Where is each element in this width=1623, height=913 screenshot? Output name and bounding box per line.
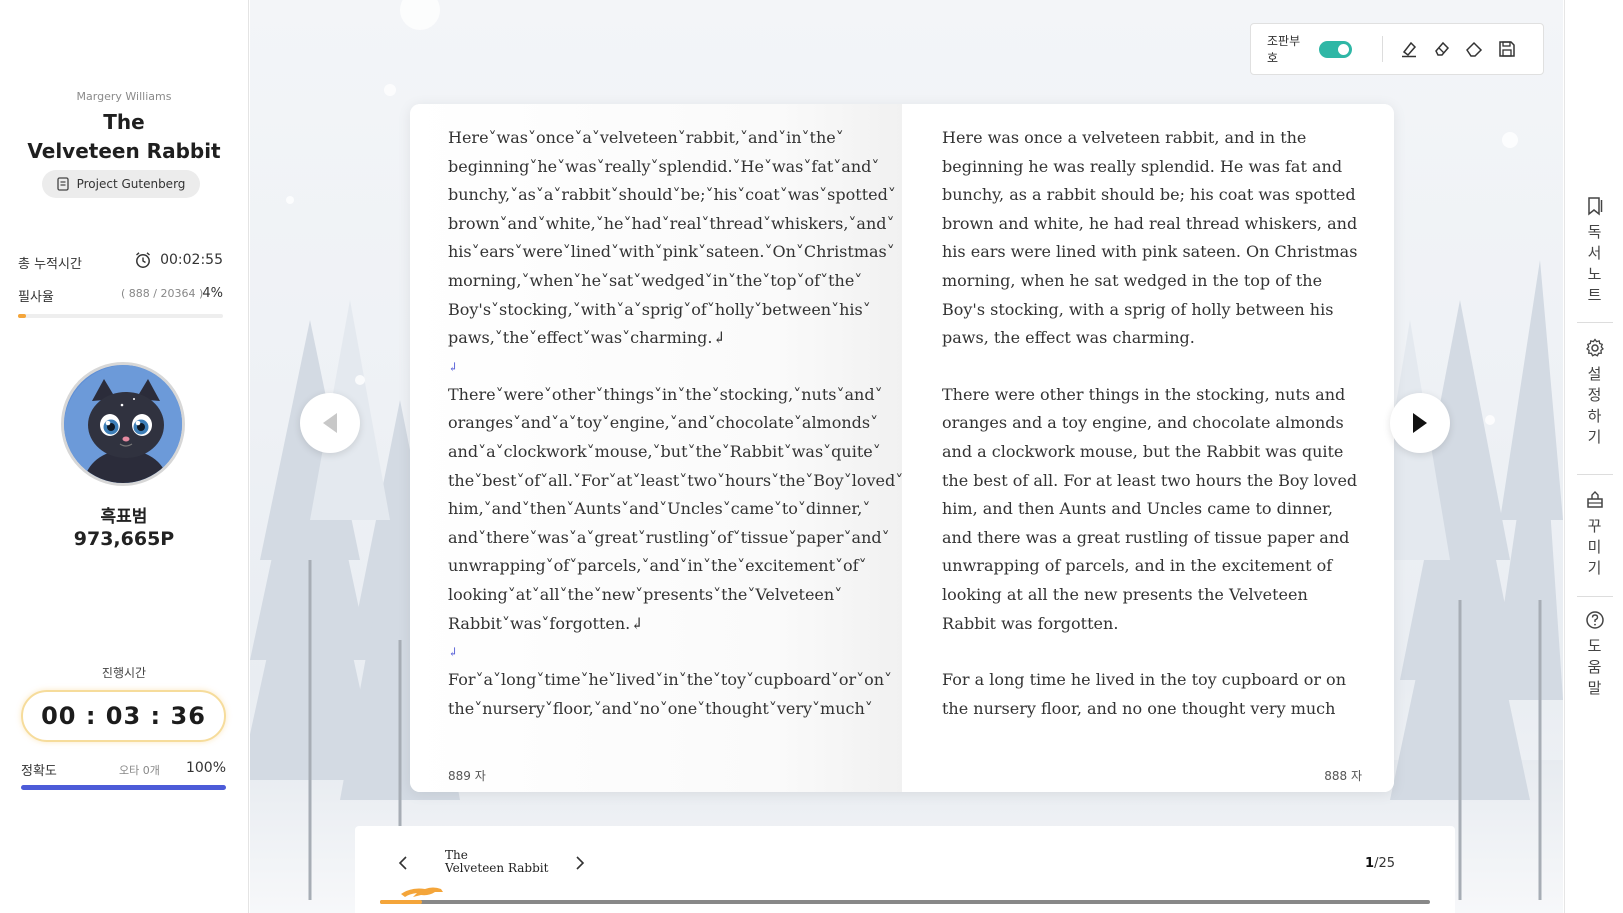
bookmark-icon xyxy=(1587,197,1602,216)
eraser-icon[interactable] xyxy=(1429,36,1454,62)
proofmark-toggle[interactable] xyxy=(1318,40,1352,58)
help-icon xyxy=(1585,611,1604,629)
book-title-line2: Velveteen Rabbit xyxy=(27,139,221,163)
book-title: The Velveteen Rabbit xyxy=(0,108,248,166)
alarm-clock-icon xyxy=(136,252,151,268)
total-time-value: 00:02:55 xyxy=(160,252,223,268)
next-page-button[interactable] xyxy=(1390,393,1450,453)
source-badge[interactable]: Project Gutenberg xyxy=(42,170,200,198)
source-paragraph: Here was once a velveteen rabbit, and in… xyxy=(942,128,1358,348)
rail-divider xyxy=(1577,596,1613,597)
accuracy-value: 100% xyxy=(185,760,226,776)
proofmark-label: 조판부호 xyxy=(1267,34,1301,65)
typed-paragraph: There˅were˅other˅things˅in˅the˅stocking,… xyxy=(448,384,904,633)
gear-icon xyxy=(1585,338,1604,357)
copy-rate-label: 필사율 xyxy=(18,290,54,305)
typed-char-count: 889 자 xyxy=(448,769,486,783)
triangle-right-icon xyxy=(1413,413,1427,433)
source-paragraph: For a long time he lived in the toy cupb… xyxy=(942,670,1346,718)
reading-area: 조판부호 Here˅was˅once˅a˅velveteen˅rabbit,˅a… xyxy=(250,0,1563,913)
black-panther-avatar-icon xyxy=(64,365,182,483)
copy-rate-row: 필사율 ( 888 / 20364 ) 4% xyxy=(18,286,223,305)
next-chapter-button[interactable] xyxy=(570,853,590,873)
source-paragraph: There were other things in the stocking,… xyxy=(942,384,1358,633)
total-time-label: 총 누적시간 xyxy=(18,257,82,272)
right-rail: 독서노트 설정하기 꾸미기 도움말 xyxy=(1564,0,1623,913)
user-nickname: 흑표범 xyxy=(100,507,148,527)
book-title-line1: The xyxy=(103,110,145,134)
document-icon xyxy=(56,177,69,191)
copy-rate-bar xyxy=(18,314,223,318)
chevron-right-icon xyxy=(576,856,585,870)
book-progress-track[interactable] xyxy=(380,900,1430,904)
chevron-left-icon xyxy=(398,856,407,870)
page-indicator: 1/25 xyxy=(1365,856,1395,871)
book-author: Margery Williams xyxy=(76,90,172,103)
copy-ratio: ( 888 / 20364 ) xyxy=(121,287,204,300)
prev-page-button[interactable] xyxy=(300,393,360,453)
source-label: Project Gutenberg xyxy=(76,177,186,191)
accuracy-row: 정확도 오타 0개 100% xyxy=(21,760,226,779)
left-sidebar: Margery Williams The Velveteen Rabbit Pr… xyxy=(0,0,249,913)
source-page: Here was once a velveteen rabbit, and in… xyxy=(902,104,1394,792)
user-points: 973,665P xyxy=(73,528,175,550)
rail-item-decorate[interactable]: 꾸미기 xyxy=(1565,490,1623,579)
book-progress-fill xyxy=(380,900,422,904)
chapter-bar: The Velveteen Rabbit 1/25 xyxy=(355,826,1455,913)
rail-label: 도움말 xyxy=(1587,637,1602,697)
paragraph-mark: ↲ xyxy=(448,645,459,660)
running-cheetah-icon xyxy=(401,887,443,897)
elapsed-time-display: 00 : 03 : 36 xyxy=(21,690,226,742)
triangle-left-icon xyxy=(323,413,337,433)
typo-count: 오타 0개 xyxy=(119,764,160,777)
chapter-title: The Velveteen Rabbit xyxy=(445,849,548,875)
rail-item-help[interactable]: 도움말 xyxy=(1565,610,1623,699)
book-spread: Here˅was˅once˅a˅velveteen˅rabbit,˅and˅in… xyxy=(410,104,1394,792)
decorate-icon xyxy=(1586,491,1603,508)
rail-divider xyxy=(1577,474,1613,475)
clear-icon[interactable] xyxy=(1462,36,1487,62)
copy-rate-value: 4% xyxy=(202,286,223,301)
chapter-title-line2: Velveteen Rabbit xyxy=(445,861,549,875)
source-char-count: 888 자 xyxy=(1324,769,1362,783)
avatar[interactable] xyxy=(61,362,185,486)
typed-paragraph: Here˅was˅once˅a˅velveteen˅rabbit,˅and˅in… xyxy=(448,128,896,348)
editor-toolbar: 조판부호 xyxy=(1250,23,1544,75)
rail-label: 독서노트 xyxy=(1587,223,1602,304)
toolbar-divider xyxy=(1381,36,1383,62)
rail-label: 설정하기 xyxy=(1587,365,1602,446)
accuracy-label: 정확도 xyxy=(21,764,57,779)
highlighter-icon[interactable] xyxy=(1397,36,1422,62)
typing-page[interactable]: Here˅was˅once˅a˅velveteen˅rabbit,˅and˅in… xyxy=(410,104,904,792)
rail-label: 꾸미기 xyxy=(1587,517,1602,577)
save-icon[interactable] xyxy=(1494,36,1519,62)
current-page: 1 xyxy=(1365,856,1375,871)
source-text: Here was once a velveteen rabbit, and in… xyxy=(942,124,1362,751)
typed-paragraph: For˅a˅long˅time˅he˅lived˅in˅the˅toy˅cupb… xyxy=(448,670,893,718)
typed-text[interactable]: Here˅was˅once˅a˅velveteen˅rabbit,˅and˅in… xyxy=(448,124,904,723)
total-pages: /25 xyxy=(1374,856,1395,871)
paragraph-mark: ↲ xyxy=(448,359,459,374)
copy-rate-bar-fill xyxy=(18,314,27,318)
elapsed-time-label: 진행시간 xyxy=(101,666,147,680)
accuracy-bar xyxy=(21,785,226,790)
rail-item-settings[interactable]: 설정하기 xyxy=(1565,338,1623,448)
rail-divider xyxy=(1577,322,1613,323)
total-time-row: 총 누적시간 00:02:55 xyxy=(18,252,223,272)
rail-item-reading-notes[interactable]: 독서노트 xyxy=(1565,196,1623,306)
prev-chapter-button[interactable] xyxy=(393,853,413,873)
